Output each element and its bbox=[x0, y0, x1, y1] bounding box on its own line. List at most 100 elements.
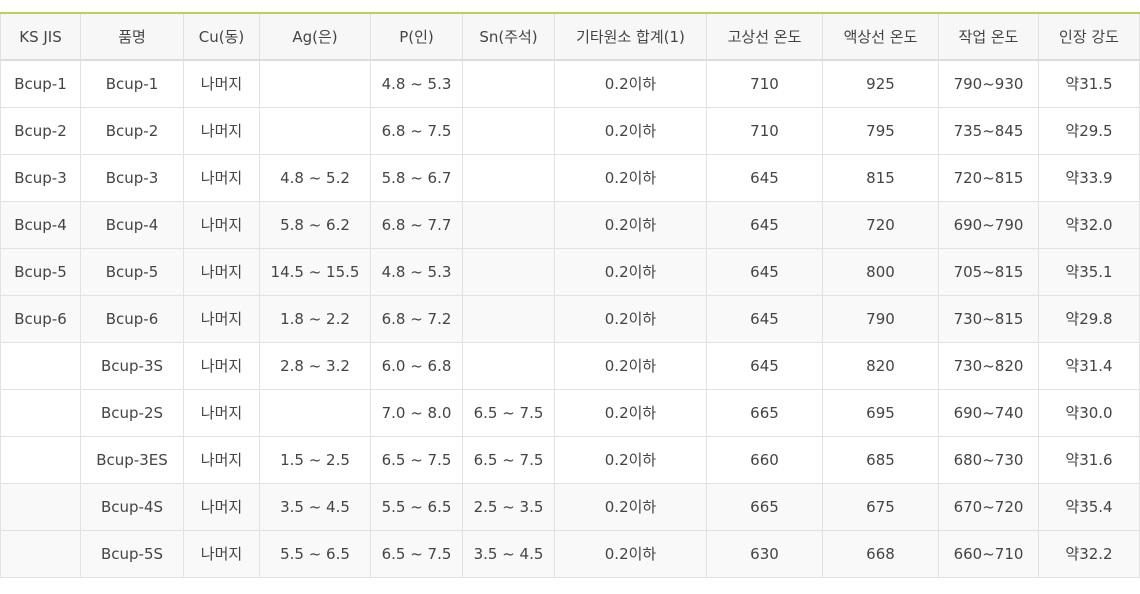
cell-cu: 나머지 bbox=[183, 153, 260, 202]
cell-other-elements-total: 0.2이하 bbox=[554, 388, 707, 437]
cell-working-temp: 790~930 bbox=[938, 59, 1039, 108]
column-header-tensile-strength: 인장 강도 bbox=[1038, 12, 1140, 61]
table-row: Bcup-3ES 나머지 1.5 ~ 2.5 6.5 ~ 7.5 6.5 ~ 7.5 0.… bbox=[0, 435, 1140, 484]
table-body: Bcup-1 Bcup-1 나머지 4.8 ~ 5.3 0.2이하 710 925 790~9… bbox=[0, 59, 1140, 578]
cell-other-elements-total: 0.2이하 bbox=[554, 294, 707, 343]
cell-solidus-temp: 665 bbox=[706, 482, 823, 531]
cell-product-name: Bcup-4 bbox=[80, 200, 184, 249]
cell-p: 5.8 ~ 6.7 bbox=[370, 153, 463, 202]
cell-tensile-strength: 약32.2 bbox=[1038, 529, 1140, 578]
column-header-ks-jis: KS JIS bbox=[0, 12, 81, 61]
cell-p: 6.5 ~ 7.5 bbox=[370, 529, 463, 578]
cell-tensile-strength: 약30.0 bbox=[1038, 388, 1140, 437]
cell-product-name: Bcup-3ES bbox=[80, 435, 184, 484]
cell-cu: 나머지 bbox=[183, 529, 260, 578]
cell-cu: 나머지 bbox=[183, 482, 260, 531]
table-row: Bcup-5S 나머지 5.5 ~ 6.5 6.5 ~ 7.5 3.5 ~ 4.5 0.2… bbox=[0, 529, 1140, 578]
cell-ks-jis bbox=[0, 435, 81, 484]
cell-sn bbox=[462, 200, 555, 249]
cell-ks-jis: Bcup-5 bbox=[0, 247, 81, 296]
cell-product-name: Bcup-5 bbox=[80, 247, 184, 296]
cell-p: 6.5 ~ 7.5 bbox=[370, 435, 463, 484]
cell-working-temp: 720~815 bbox=[938, 153, 1039, 202]
cell-other-elements-total: 0.2이하 bbox=[554, 59, 707, 108]
cell-sn bbox=[462, 341, 555, 390]
cell-sn bbox=[462, 247, 555, 296]
table-header: KS JIS 품명 Cu(동) Ag(은) P(인) Sn(주석) 기타원소 합계(1) 고상… bbox=[0, 12, 1140, 61]
cell-ag: 3.5 ~ 4.5 bbox=[259, 482, 371, 531]
cell-ks-jis bbox=[0, 388, 81, 437]
cell-solidus-temp: 645 bbox=[706, 294, 823, 343]
header-row: KS JIS 품명 Cu(동) Ag(은) P(인) Sn(주석) 기타원소 합계(1) 고상… bbox=[0, 12, 1140, 61]
cell-ks-jis: Bcup-2 bbox=[0, 106, 81, 155]
cell-sn: 2.5 ~ 3.5 bbox=[462, 482, 555, 531]
cell-liquidus-temp: 675 bbox=[822, 482, 939, 531]
column-header-liquidus-temp: 액상선 온도 bbox=[822, 12, 939, 61]
column-header-solidus-temp: 고상선 온도 bbox=[706, 12, 823, 61]
cell-solidus-temp: 660 bbox=[706, 435, 823, 484]
cell-ag: 4.8 ~ 5.2 bbox=[259, 153, 371, 202]
cell-p: 6.0 ~ 6.8 bbox=[370, 341, 463, 390]
cell-liquidus-temp: 925 bbox=[822, 59, 939, 108]
cell-sn bbox=[462, 106, 555, 155]
cell-liquidus-temp: 668 bbox=[822, 529, 939, 578]
cell-ks-jis bbox=[0, 529, 81, 578]
cell-other-elements-total: 0.2이하 bbox=[554, 200, 707, 249]
cell-tensile-strength: 약31.6 bbox=[1038, 435, 1140, 484]
cell-other-elements-total: 0.2이하 bbox=[554, 529, 707, 578]
column-header-sn: Sn(주석) bbox=[462, 12, 555, 61]
cell-ks-jis: Bcup-4 bbox=[0, 200, 81, 249]
cell-p: 6.8 ~ 7.5 bbox=[370, 106, 463, 155]
cell-ks-jis: Bcup-1 bbox=[0, 59, 81, 108]
cell-sn bbox=[462, 294, 555, 343]
table-row: Bcup-1 Bcup-1 나머지 4.8 ~ 5.3 0.2이하 710 925 790~9… bbox=[0, 59, 1140, 108]
cell-solidus-temp: 645 bbox=[706, 247, 823, 296]
cell-liquidus-temp: 820 bbox=[822, 341, 939, 390]
cell-other-elements-total: 0.2이하 bbox=[554, 247, 707, 296]
cell-solidus-temp: 710 bbox=[706, 59, 823, 108]
cell-tensile-strength: 약31.4 bbox=[1038, 341, 1140, 390]
cell-liquidus-temp: 800 bbox=[822, 247, 939, 296]
cell-liquidus-temp: 790 bbox=[822, 294, 939, 343]
cell-ag: 1.8 ~ 2.2 bbox=[259, 294, 371, 343]
table-row: Bcup-3S 나머지 2.8 ~ 3.2 6.0 ~ 6.8 0.2이하 645 820 7… bbox=[0, 341, 1140, 390]
cell-ks-jis: Bcup-6 bbox=[0, 294, 81, 343]
column-header-working-temp: 작업 온도 bbox=[938, 12, 1039, 61]
cell-cu: 나머지 bbox=[183, 59, 260, 108]
cell-ag: 5.5 ~ 6.5 bbox=[259, 529, 371, 578]
alloy-spec-table: KS JIS 품명 Cu(동) Ag(은) P(인) Sn(주석) 기타원소 합계(1) 고상… bbox=[0, 12, 1140, 578]
cell-product-name: Bcup-2 bbox=[80, 106, 184, 155]
cell-other-elements-total: 0.2이하 bbox=[554, 482, 707, 531]
column-header-p: P(인) bbox=[370, 12, 463, 61]
cell-ks-jis: Bcup-3 bbox=[0, 153, 81, 202]
table-row: Bcup-3 Bcup-3 나머지 4.8 ~ 5.2 5.8 ~ 6.7 0.2이하 64… bbox=[0, 153, 1140, 202]
cell-cu: 나머지 bbox=[183, 247, 260, 296]
cell-working-temp: 660~710 bbox=[938, 529, 1039, 578]
cell-sn bbox=[462, 59, 555, 108]
table-row: Bcup-2 Bcup-2 나머지 6.8 ~ 7.5 0.2이하 710 795 735~8… bbox=[0, 106, 1140, 155]
column-header-ag: Ag(은) bbox=[259, 12, 371, 61]
cell-solidus-temp: 645 bbox=[706, 341, 823, 390]
cell-p: 4.8 ~ 5.3 bbox=[370, 59, 463, 108]
cell-sn: 6.5 ~ 7.5 bbox=[462, 435, 555, 484]
cell-other-elements-total: 0.2이하 bbox=[554, 153, 707, 202]
cell-product-name: Bcup-5S bbox=[80, 529, 184, 578]
cell-working-temp: 730~820 bbox=[938, 341, 1039, 390]
column-header-product-name: 품명 bbox=[80, 12, 184, 61]
cell-p: 4.8 ~ 5.3 bbox=[370, 247, 463, 296]
cell-product-name: Bcup-2S bbox=[80, 388, 184, 437]
cell-working-temp: 670~720 bbox=[938, 482, 1039, 531]
cell-ag: 5.8 ~ 6.2 bbox=[259, 200, 371, 249]
cell-liquidus-temp: 815 bbox=[822, 153, 939, 202]
cell-ag: 1.5 ~ 2.5 bbox=[259, 435, 371, 484]
cell-sn: 6.5 ~ 7.5 bbox=[462, 388, 555, 437]
cell-sn bbox=[462, 153, 555, 202]
cell-tensile-strength: 약32.0 bbox=[1038, 200, 1140, 249]
column-header-other-elements-total: 기타원소 합계(1) bbox=[554, 12, 707, 61]
cell-tensile-strength: 약33.9 bbox=[1038, 153, 1140, 202]
table-row: Bcup-5 Bcup-5 나머지 14.5 ~ 15.5 4.8 ~ 5.3 0.2이하… bbox=[0, 247, 1140, 296]
cell-working-temp: 735~845 bbox=[938, 106, 1039, 155]
cell-tensile-strength: 약29.5 bbox=[1038, 106, 1140, 155]
cell-p: 5.5 ~ 6.5 bbox=[370, 482, 463, 531]
cell-cu: 나머지 bbox=[183, 200, 260, 249]
